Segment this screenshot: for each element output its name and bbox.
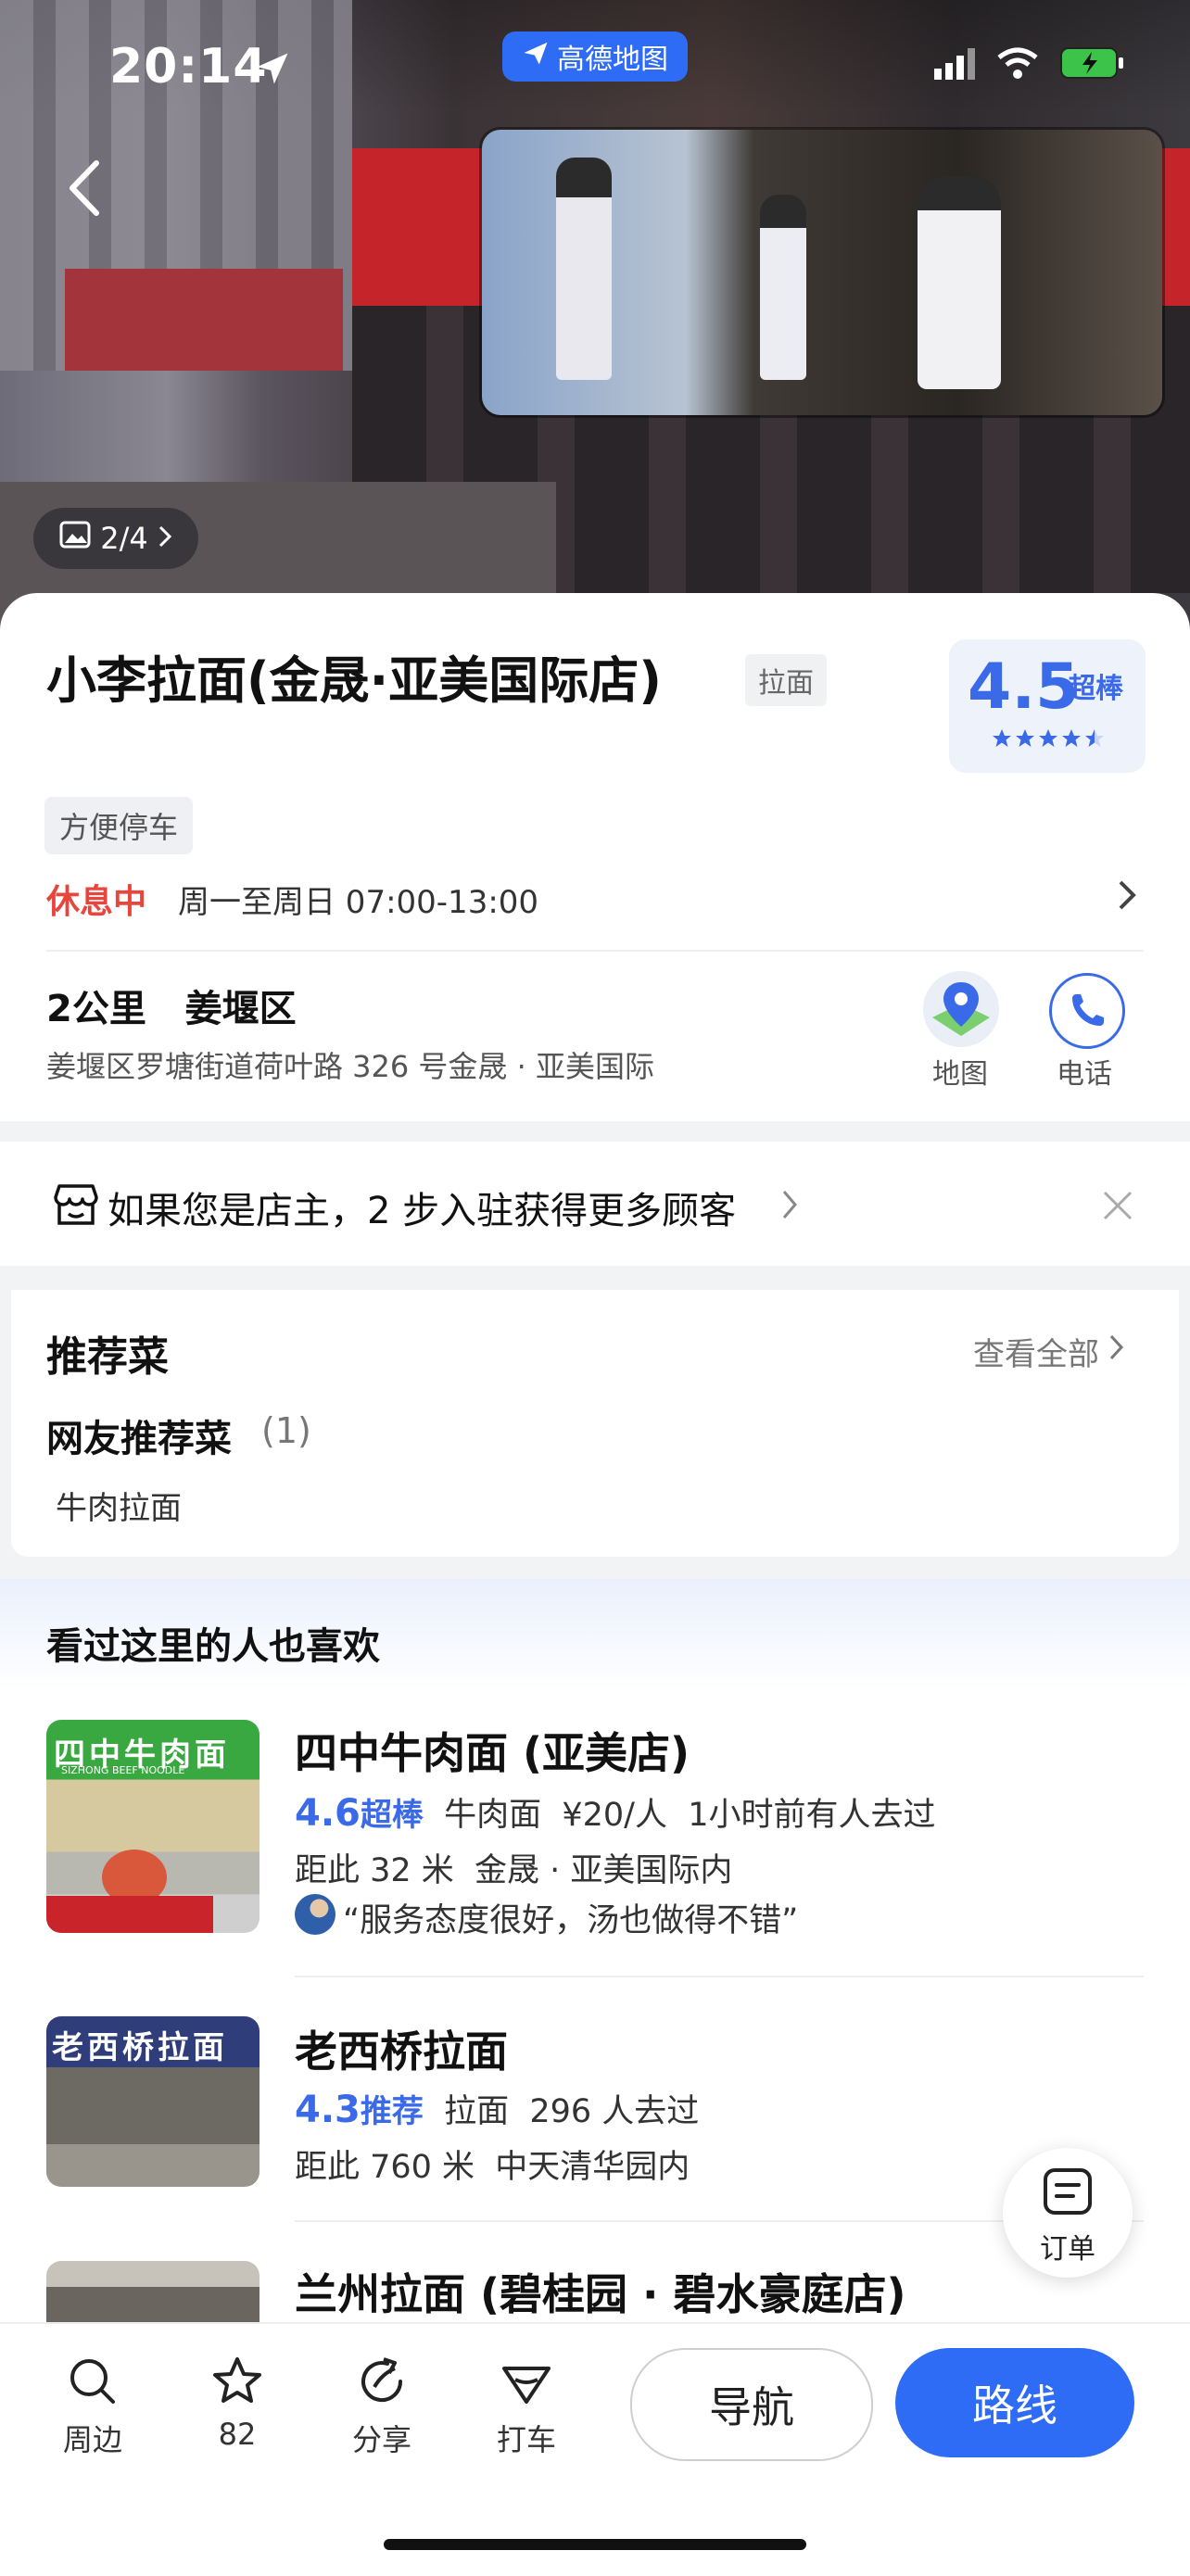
phone-button[interactable] <box>1049 973 1125 1049</box>
divider <box>46 950 1144 952</box>
home-indicator[interactable] <box>384 2539 806 2550</box>
picture-in-picture-video[interactable] <box>482 130 1162 415</box>
red-carpet <box>46 1896 213 1933</box>
list-item-review: “服务态度很好，汤也做得不错” <box>343 1902 799 1939</box>
netizen-recommended-count: (1) <box>261 1410 311 1451</box>
status-icons <box>934 46 1125 89</box>
order-label[interactable]: 订单 <box>1040 2226 1095 2267</box>
video-figure <box>918 176 1001 389</box>
nearby-button[interactable]: 周边 <box>46 2354 139 2459</box>
shop-icon <box>52 1181 100 1229</box>
image-icon <box>59 521 91 556</box>
view-all-label[interactable]: 查看全部 <box>973 1329 1099 1374</box>
map-label[interactable]: 地图 <box>932 1051 988 1092</box>
list-item-score-word: 超棒 <box>360 1797 424 1834</box>
nearby-label[interactable]: 周边 <box>46 2417 139 2459</box>
list-item-name[interactable]: 四中牛肉面 (亚美店) <box>295 1720 690 1781</box>
star-icon <box>1039 729 1057 747</box>
star-icon <box>1016 729 1034 747</box>
view-all-link[interactable]: 查看全部 <box>973 1329 1125 1374</box>
chevron-right-icon[interactable] <box>1108 1332 1125 1370</box>
shop-sign-left <box>65 269 343 371</box>
wifi-icon <box>995 46 1040 89</box>
share-label[interactable]: 分享 <box>335 2417 428 2459</box>
star-icon <box>993 729 1011 747</box>
favorite-count[interactable]: 82 <box>191 2417 284 2452</box>
list-item-thumbnail[interactable]: 老西桥拉面 <box>46 2016 260 2187</box>
chevron-right-icon <box>158 521 172 556</box>
also-liked-title: 看过这里的人也喜欢 <box>46 1625 380 1668</box>
half-star-icon <box>1085 729 1104 747</box>
poi-title: 小李拉面(金晟·亚美国际店) <box>46 651 662 710</box>
amap-app-pill[interactable]: 高德地图 <box>502 32 688 82</box>
taxi-icon <box>502 2367 551 2404</box>
list-item-thumbnail[interactable] <box>46 2261 260 2326</box>
taxi-label[interactable]: 打车 <box>480 2417 573 2459</box>
close-icon[interactable] <box>1101 1182 1134 1232</box>
list-item-score-word: 推荐 <box>360 2093 424 2130</box>
list-item-name[interactable]: 老西桥拉面 <box>295 2018 508 2079</box>
address[interactable]: 姜堰区罗塘街道荷叶路 326 号金晟 · 亚美国际 <box>46 1043 654 1086</box>
recommended-title: 推荐菜 <box>46 1333 169 1381</box>
netizen-recommended-title: 网友推荐菜 <box>46 1418 232 1460</box>
list-item-name[interactable]: 兰州拉面 (碧桂园 · 碧水豪庭店) <box>295 2261 906 2322</box>
list-item-score: 4.3 <box>295 2089 361 2131</box>
list-item-meta: 4.6超棒 牛肉面 ¥20/人 1小时前有人去过 <box>295 1788 936 1836</box>
list-item-score: 4.6 <box>295 1792 361 1835</box>
thumb-sign-text: 老西桥拉面 <box>52 2029 228 2066</box>
map-pin-icon <box>932 982 990 1036</box>
battery-charging-icon <box>1060 46 1125 89</box>
list-item-location: 距此 760 米 中天清华园内 <box>295 2149 690 2186</box>
business-hours[interactable]: 周一至周日 07:00-13:00 <box>178 877 538 922</box>
share-button[interactable]: 分享 <box>335 2354 428 2459</box>
thumb-sign-subtext: SIZHONG BEEF NOODLE <box>61 1764 185 1776</box>
feature-tag: 方便停车 <box>44 797 194 854</box>
chevron-right-icon[interactable] <box>780 1188 799 1225</box>
rating-stars <box>992 728 1107 754</box>
share-icon <box>361 2357 403 2403</box>
open-status: 休息中 <box>46 883 147 921</box>
star-outline-icon <box>213 2357 261 2403</box>
phone-label[interactable]: 电话 <box>1057 1051 1112 1092</box>
map-button[interactable] <box>923 971 999 1047</box>
rating-score: 4.5 <box>968 650 1080 724</box>
phone-icon <box>1072 994 1104 1026</box>
navigate-button[interactable]: 导航 <box>630 2348 873 2461</box>
list-item-meta: 4.3推荐 拉面 296 人去过 <box>295 2085 699 2132</box>
signal-icon <box>934 46 975 89</box>
photo-count-badge[interactable]: 2/4 <box>33 508 198 569</box>
taxi-button[interactable]: 打车 <box>480 2354 573 2459</box>
category-tag: 拉面 <box>745 654 827 706</box>
list-item-location: 距此 32 米 金晟 · 亚美国际内 <box>295 1852 733 1889</box>
list-item-info: 拉面 296 人去过 <box>444 2093 700 2130</box>
photo-count-text: 2/4 <box>100 521 148 556</box>
amap-app-name: 高德地图 <box>557 44 668 76</box>
video-figure <box>556 158 612 380</box>
favorite-button[interactable]: 82 <box>191 2354 284 2452</box>
reviewer-avatar <box>295 1894 335 1935</box>
back-chevron-icon[interactable] <box>59 156 111 221</box>
divider <box>295 1976 1144 1977</box>
list-item-thumbnail[interactable]: 四中牛肉面 SIZHONG BEEF NOODLE <box>46 1720 260 1933</box>
send-icon <box>522 39 550 74</box>
rating-word: 超棒 <box>1068 673 1123 705</box>
status-time: 20:14 <box>109 39 268 95</box>
video-figure <box>760 195 806 380</box>
chevron-right-icon[interactable] <box>1116 877 1138 923</box>
search-icon <box>70 2359 115 2404</box>
star-icon <box>1062 729 1081 747</box>
location-arrow-icon <box>252 48 293 93</box>
list-item-info: 牛肉面 ¥20/人 1小时前有人去过 <box>444 1797 936 1834</box>
dish-name[interactable]: 牛肉拉面 <box>56 1483 182 1528</box>
owner-claim-text[interactable]: 如果您是店主，2 步入驻获得更多顾客 <box>108 1181 736 1234</box>
distance-area: 2公里 姜堰区 <box>46 988 297 1030</box>
route-button[interactable]: 路线 <box>895 2348 1134 2457</box>
